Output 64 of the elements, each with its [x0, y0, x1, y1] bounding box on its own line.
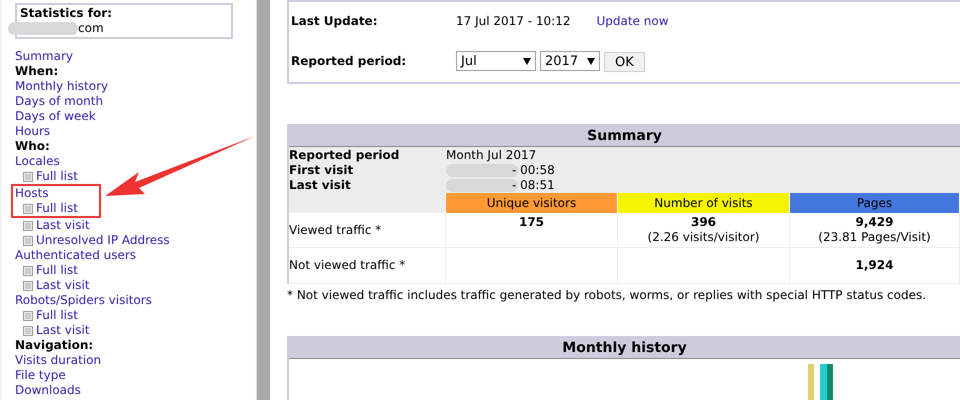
- menu-link[interactable]: Visits duration: [15, 353, 102, 368]
- menu-link[interactable]: Authenticated users: [15, 248, 136, 263]
- page-icon: [23, 220, 33, 230]
- stats-title: Statistics for:: [20, 6, 113, 21]
- menu-link[interactable]: Robots/Spiders visitors: [15, 293, 152, 308]
- menu-link[interactable]: Days of month: [15, 94, 104, 109]
- menu-link[interactable]: Hosts: [15, 186, 49, 201]
- footnote: * Not viewed traffic includes traffic generated by robots, worms, or replies with special HTTP status codes.: [287, 288, 928, 303]
- cell-note: (2.26 visits/visitor): [648, 230, 760, 245]
- table-cell: 175: [518, 215, 544, 230]
- month-select[interactable]: Jul: [456, 51, 536, 71]
- field-label: Last Update:: [291, 14, 378, 30]
- menu-link[interactable]: Hours: [15, 124, 50, 139]
- submenu-link[interactable]: Last visit: [36, 278, 90, 293]
- field-label: Reported period:: [291, 54, 408, 70]
- domain-text: com: [78, 21, 104, 36]
- row-label: Not viewed traffic *: [289, 258, 406, 273]
- submenu-link[interactable]: Full list: [36, 308, 78, 323]
- submenu-link[interactable]: Full list: [36, 201, 78, 216]
- table-cell: 9,429: [856, 215, 894, 230]
- year-select[interactable]: 2017: [540, 51, 600, 71]
- page-icon: [23, 266, 33, 276]
- page-icon: [23, 204, 33, 214]
- info-value: - 08:51: [512, 178, 555, 193]
- page-icon: [23, 326, 33, 336]
- page-icon: [23, 280, 33, 290]
- menu-link[interactable]: Summary: [15, 49, 73, 64]
- menu-link[interactable]: Locales: [15, 154, 60, 169]
- menu-link[interactable]: Days of week: [15, 109, 96, 124]
- info-label: Reported period: [289, 148, 400, 163]
- info-label: First visit: [289, 163, 354, 178]
- section-title: Summary: [289, 126, 960, 147]
- submenu-link[interactable]: Unresolved IP Address: [36, 233, 170, 248]
- cell-note: (23.81 Pages/Visit): [818, 230, 931, 245]
- menu-heading: When:: [15, 64, 60, 79]
- page-icon: [23, 236, 33, 246]
- column-header: Number of visits: [618, 193, 790, 213]
- section-title: Monthly history: [289, 338, 960, 359]
- menu-link[interactable]: Downloads: [15, 383, 81, 398]
- page-icon: [23, 310, 33, 320]
- info-value: - 00:58: [512, 163, 555, 178]
- caret-icon: [523, 58, 531, 64]
- caret-icon: [587, 58, 595, 64]
- menu-link[interactable]: File type: [15, 368, 66, 383]
- submenu-link[interactable]: Last visit: [36, 218, 90, 233]
- submenu-link[interactable]: Full list: [36, 169, 78, 184]
- column-header: Unique visitors: [446, 193, 618, 213]
- submenu-link[interactable]: Last visit: [36, 323, 90, 338]
- bar-chart-drawing: [808, 364, 836, 400]
- menu-link[interactable]: Monthly history: [15, 79, 108, 94]
- table-cell: 396: [690, 215, 716, 230]
- row-label: Viewed traffic *: [289, 222, 382, 238]
- page-icon: [23, 172, 33, 182]
- table-cell: 1,924: [856, 258, 894, 273]
- info-value: Month Jul 2017: [446, 148, 536, 163]
- update-link[interactable]: Update now: [596, 14, 669, 29]
- update-time: 17 Jul 2017 - 10:12: [456, 14, 570, 29]
- ok-button[interactable]: OK: [604, 52, 645, 72]
- menu-heading: Who:: [15, 139, 51, 154]
- info-label: Last visit: [289, 178, 352, 193]
- column-header: Pages: [790, 193, 960, 213]
- scrollbar[interactable]: [256, 0, 270, 400]
- submenu-link[interactable]: Full list: [36, 263, 78, 278]
- menu-heading: Navigation:: [15, 338, 94, 353]
